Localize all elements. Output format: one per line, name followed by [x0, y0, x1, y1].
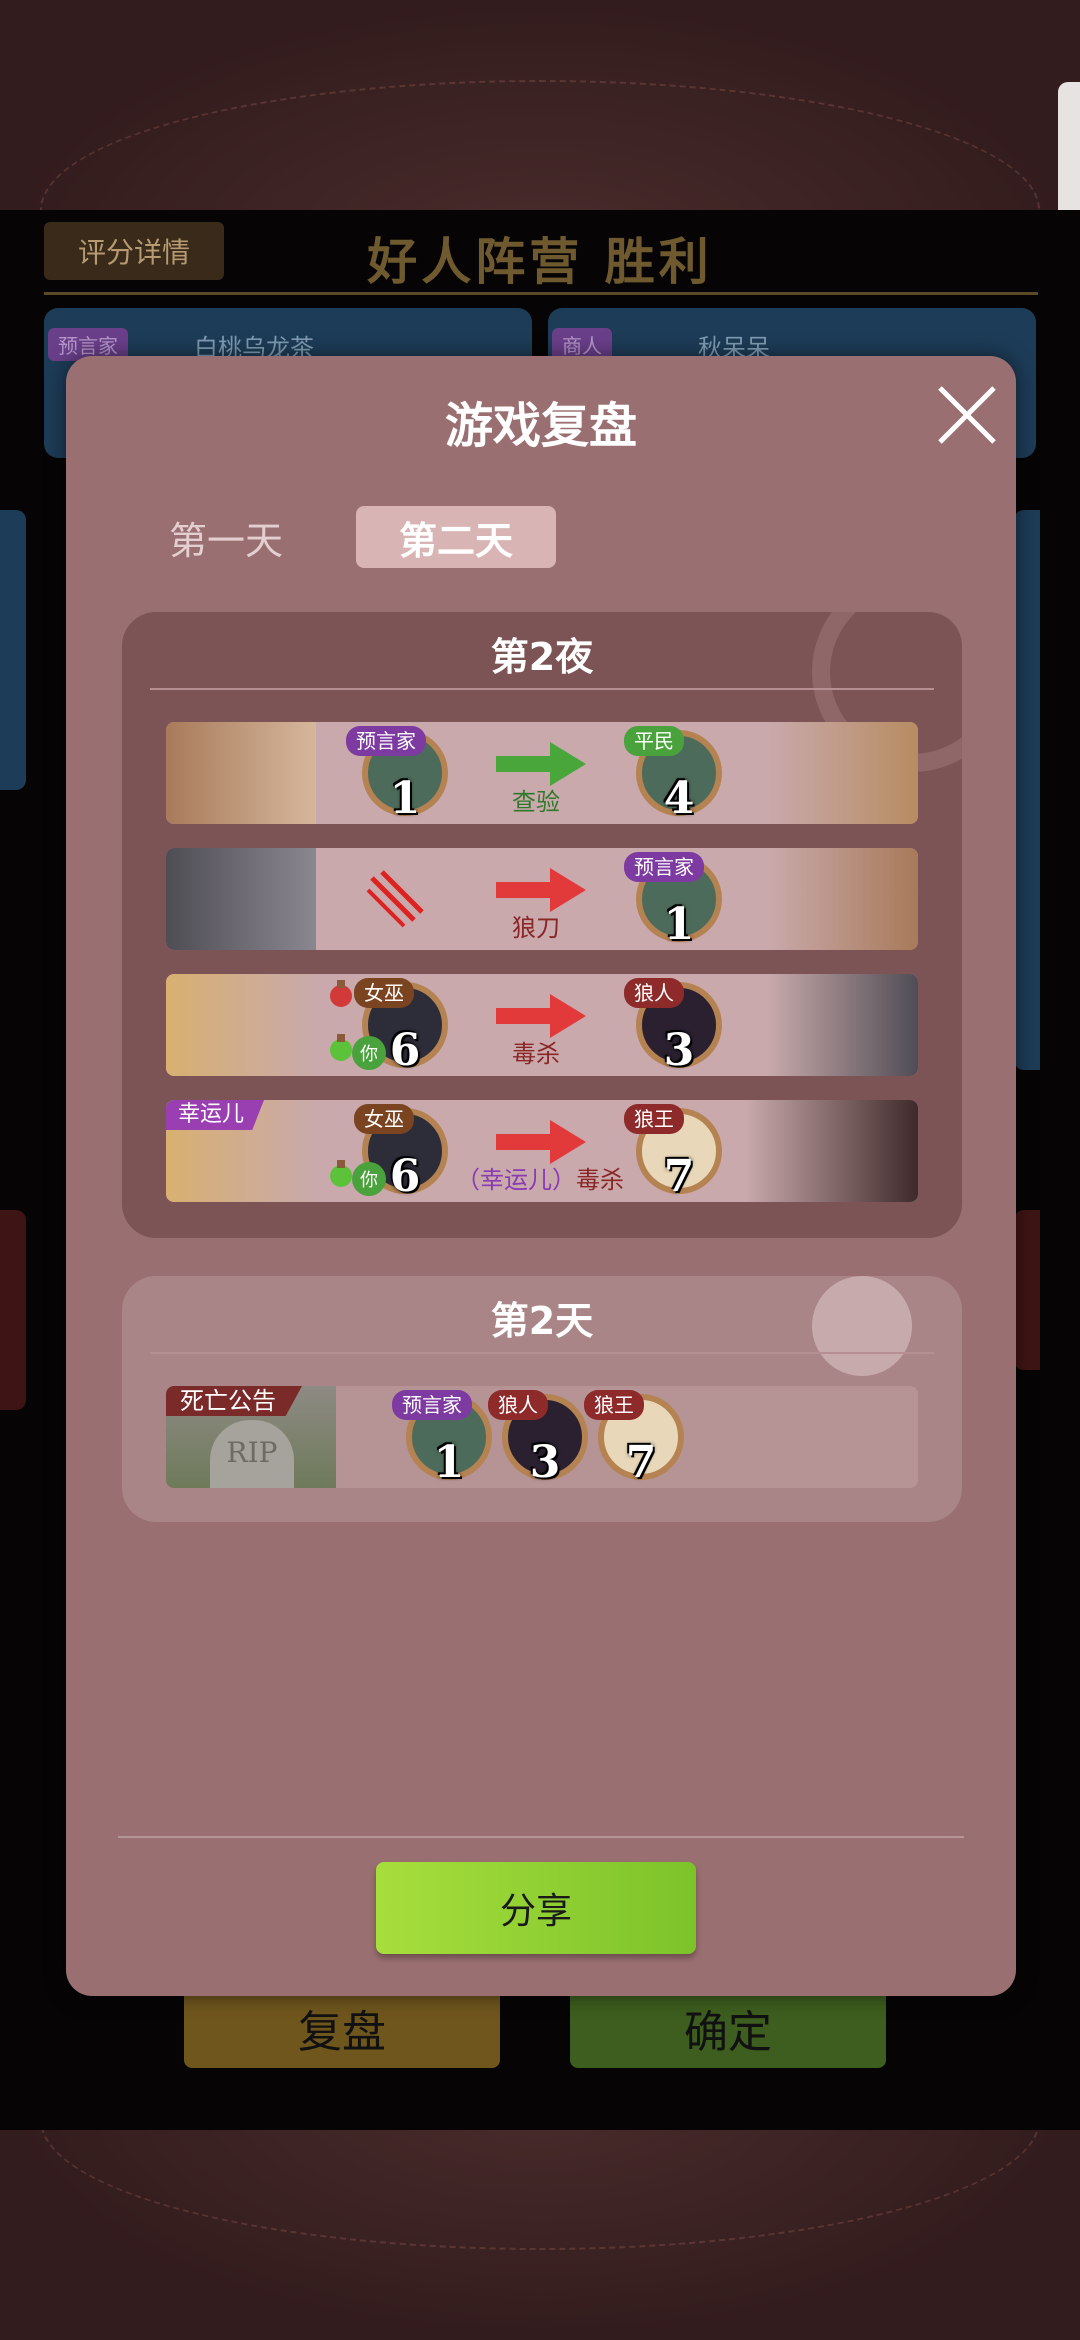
green-potion-icon: [330, 1034, 352, 1061]
seat-number: 1: [433, 1437, 465, 1488]
tab-day-one[interactable]: 第一天: [126, 506, 326, 568]
seat-number: 1: [663, 899, 695, 950]
role-tag: 狼人: [624, 978, 684, 1008]
day-section: 第2天 RIP 死亡公告 1 预言家 3 狼人 7 狼王: [122, 1276, 962, 1522]
event-row: 1 预言家 查验 4 平民: [166, 722, 918, 824]
wolf-king-portrait: [746, 1100, 918, 1202]
seat-number: 3: [663, 1025, 695, 1076]
bottom-background-band: [0, 1990, 1080, 2340]
section-divider: [150, 688, 934, 690]
tombstone: RIP: [210, 1420, 294, 1488]
lucky-tag: 幸运儿: [166, 1100, 265, 1130]
role-tag: 狼人: [488, 1390, 548, 1420]
review-button[interactable]: 复盘: [184, 1988, 500, 2068]
night-section: 第2夜 1 预言家 查验 4 平民 狼刀 1 预言家 6 女巫 你 毒杀 3 狼…: [122, 612, 962, 1238]
arrow-icon: [496, 868, 586, 912]
action-label: （幸运儿）毒杀: [456, 1160, 624, 1195]
death-announcement-row: RIP 死亡公告 1 预言家 3 狼人 7 狼王: [166, 1386, 918, 1488]
seat-number: 3: [529, 1437, 561, 1488]
section-divider: [150, 1352, 934, 1354]
seat-number: 7: [663, 1151, 695, 1202]
action-label: 毒杀: [512, 1040, 560, 1068]
night-header: 第2夜: [490, 635, 594, 679]
title-divider: [44, 292, 1038, 295]
death-announcement-tag: 死亡公告: [166, 1386, 302, 1416]
red-potion-icon: [330, 980, 352, 1007]
player-strip: [0, 1210, 26, 1410]
you-badge: 你: [352, 1162, 386, 1196]
footer-divider: [118, 1836, 964, 1838]
dialog-title: 游戏复盘: [444, 398, 637, 454]
arrow-icon: [496, 742, 586, 786]
you-badge: 你: [352, 1036, 386, 1070]
seer-portrait: [768, 848, 918, 950]
seat-number: 7: [625, 1437, 657, 1488]
witch-portrait: [166, 974, 316, 1076]
action-label: 查验: [512, 788, 560, 816]
game-review-dialog: 游戏复盘 第一天 第二天 第2夜 1 预言家 查验 4 平民 狼刀 1 预言家 …: [66, 356, 1016, 1996]
arrow-icon: [496, 994, 586, 1038]
claw-slash-icon: [366, 870, 424, 928]
action-prefix: （幸运儿）: [456, 1166, 576, 1194]
confirm-button[interactable]: 确定: [570, 1988, 886, 2068]
day-header: 第2天: [490, 1299, 594, 1343]
share-button[interactable]: 分享: [376, 1862, 696, 1954]
arrow-icon: [496, 1120, 586, 1164]
event-row: 6 女巫 你 毒杀 3 狼人: [166, 974, 918, 1076]
event-row: 幸运儿 6 女巫 你 （幸运儿）毒杀 7 狼王: [166, 1100, 918, 1202]
role-tag: 预言家: [624, 852, 704, 882]
event-row: 狼刀 1 预言家: [166, 848, 918, 950]
seer-portrait: [166, 722, 316, 824]
green-potion-icon: [330, 1160, 352, 1187]
result-title: 好人阵营 胜利: [367, 233, 713, 291]
role-tag: 预言家: [392, 1390, 472, 1420]
action-text: 毒杀: [576, 1166, 624, 1194]
role-tag: 狼王: [584, 1390, 644, 1420]
role-tag: 狼王: [624, 1104, 684, 1134]
role-tag: 女巫: [354, 978, 414, 1008]
role-tag: 女巫: [354, 1104, 414, 1134]
werewolf-portrait: [768, 974, 918, 1076]
tab-day-two[interactable]: 第二天: [356, 506, 556, 568]
role-tag: 预言家: [346, 726, 426, 756]
player-strip: [1014, 1210, 1040, 1370]
villager-portrait: [768, 722, 918, 824]
close-icon[interactable]: [932, 380, 1002, 450]
player-strip: [0, 510, 26, 790]
seat-number: 4: [663, 773, 695, 824]
werewolf-portrait: [166, 848, 316, 950]
top-background-band: [0, 0, 1080, 340]
action-label: 狼刀: [512, 914, 560, 942]
seat-number: 1: [389, 773, 421, 824]
rating-details-button[interactable]: 评分详情: [44, 222, 224, 280]
role-tag: 平民: [624, 726, 684, 756]
player-strip: [1014, 510, 1040, 1070]
